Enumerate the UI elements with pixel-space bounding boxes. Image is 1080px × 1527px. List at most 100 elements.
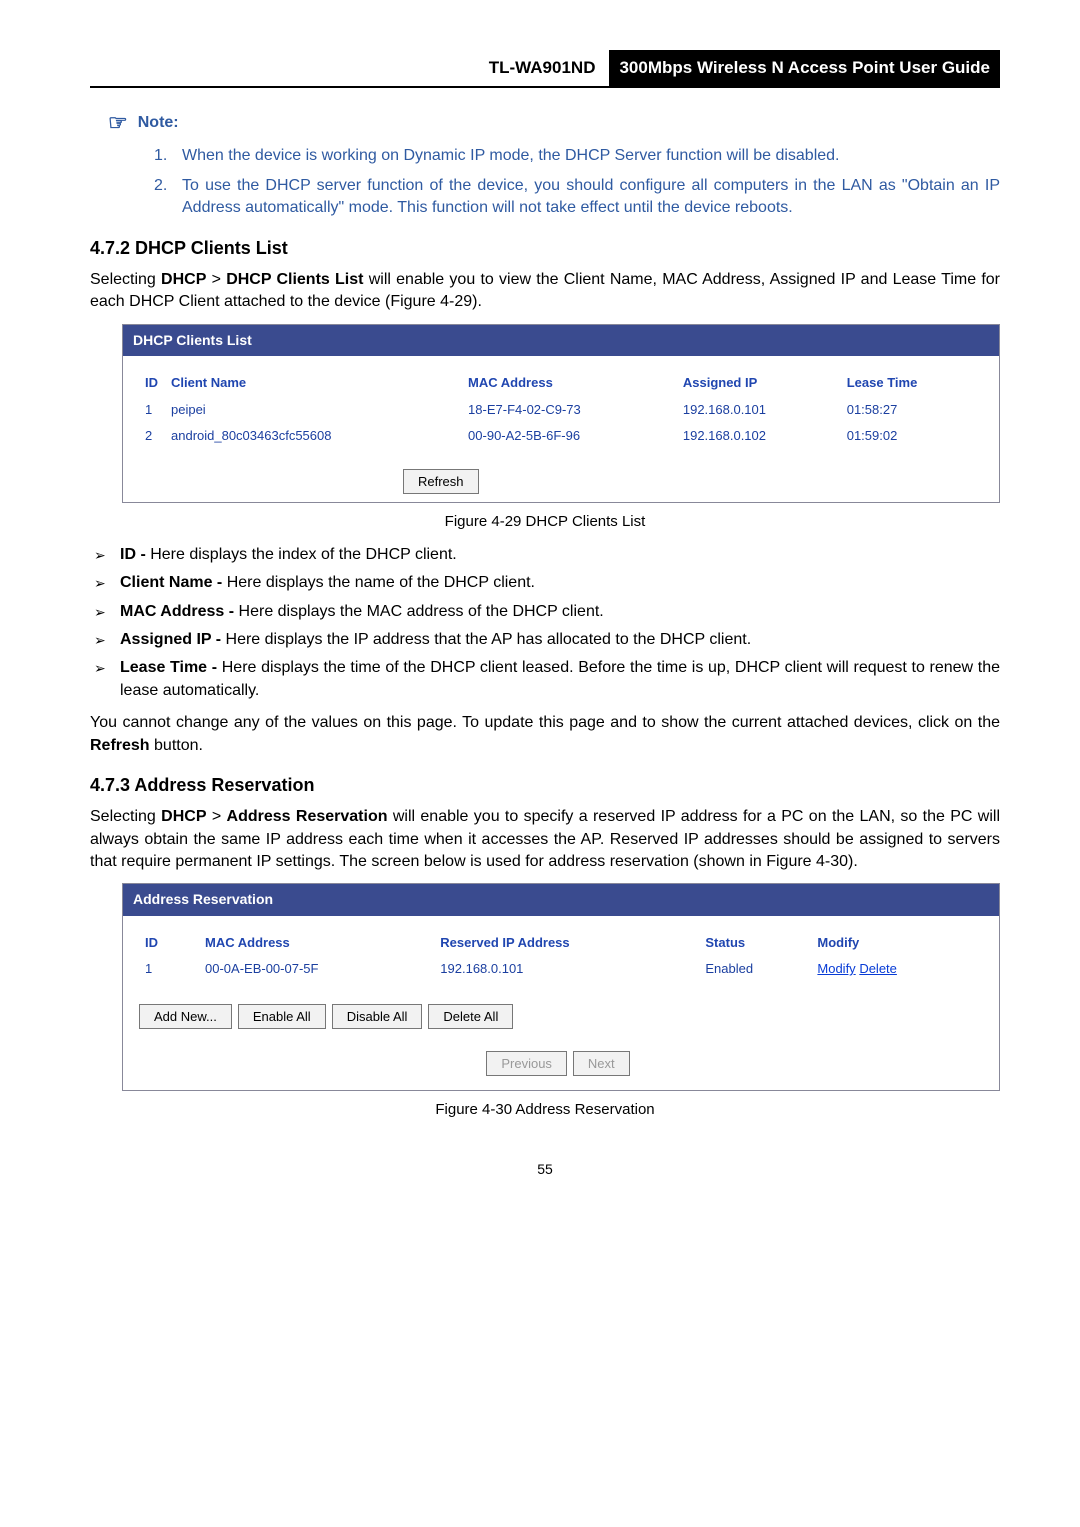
section-heading: 4.7.2 DHCP Clients List <box>90 236 1000 261</box>
text-bold: Assigned IP - <box>120 631 226 648</box>
disable-all-button[interactable]: Disable All <box>332 1004 423 1029</box>
note-item: 1. When the device is working on Dynamic… <box>154 145 1000 167</box>
text-bold: DHCP Clients List <box>226 271 363 288</box>
list-text: Assigned IP - Here displays the IP addre… <box>120 629 1000 651</box>
list-item: ➢ Client Name - Here displays the name o… <box>94 572 1000 594</box>
delete-link[interactable]: Delete <box>859 961 897 976</box>
note-text: When the device is working on Dynamic IP… <box>182 145 1000 167</box>
cell-mac: 18-E7-F4-02-C9-73 <box>462 397 677 423</box>
table-header-row: ID MAC Address Reserved IP Address Statu… <box>139 930 983 956</box>
col-reserved-ip: Reserved IP Address <box>434 930 699 956</box>
list-text: Client Name - Here displays the name of … <box>120 572 1000 594</box>
note-label: Note: <box>138 112 179 134</box>
text-bold: Refresh <box>90 737 150 754</box>
arrow-icon: ➢ <box>94 544 120 566</box>
text: Here displays the IP address that the AP… <box>226 631 752 648</box>
note-heading: ☞ Note: <box>108 108 1000 139</box>
text: Selecting <box>90 808 161 825</box>
text-bold: Lease Time - <box>120 659 222 676</box>
panel-title: Address Reservation <box>123 884 999 916</box>
note-item: 2. To use the DHCP server function of th… <box>154 175 1000 220</box>
doc-header: TL-WA901ND 300Mbps Wireless N Access Poi… <box>90 50 1000 88</box>
cell-id: 1 <box>139 956 199 982</box>
text: Here displays the index of the DHCP clie… <box>150 546 457 563</box>
col-id: ID <box>139 370 165 396</box>
list-item: ➢ Lease Time - Here displays the time of… <box>94 657 1000 702</box>
panel-title: DHCP Clients List <box>123 325 999 357</box>
list-text: Lease Time - Here displays the time of t… <box>120 657 1000 702</box>
add-new-button[interactable]: Add New... <box>139 1004 232 1029</box>
arrow-icon: ➢ <box>94 572 120 594</box>
cell-status: Enabled <box>699 956 811 982</box>
col-mac: MAC Address <box>199 930 434 956</box>
table-header-row: ID Client Name MAC Address Assigned IP L… <box>139 370 983 396</box>
next-button[interactable]: Next <box>573 1051 630 1076</box>
field-descriptions: ➢ ID - Here displays the index of the DH… <box>90 544 1000 702</box>
text-bold: DHCP <box>161 271 206 288</box>
figure-caption: Figure 4-30 Address Reservation <box>90 1099 1000 1120</box>
enable-all-button[interactable]: Enable All <box>238 1004 326 1029</box>
section-intro: Selecting DHCP > DHCP Clients List will … <box>90 269 1000 314</box>
cell-id: 1 <box>139 397 165 423</box>
col-assigned-ip: Assigned IP <box>677 370 841 396</box>
text-bold: MAC Address - <box>120 603 239 620</box>
reservation-table: ID MAC Address Reserved IP Address Statu… <box>139 930 983 982</box>
cell-lease-time: 01:59:02 <box>841 423 983 449</box>
address-reservation-panel: Address Reservation ID MAC Address Reser… <box>122 883 1000 1091</box>
list-text: ID - Here displays the index of the DHCP… <box>120 544 1000 566</box>
table-row: 1 peipei 18-E7-F4-02-C9-73 192.168.0.101… <box>139 397 983 423</box>
col-status: Status <box>699 930 811 956</box>
closing-paragraph: You cannot change any of the values on t… <box>90 712 1000 757</box>
list-item: ➢ ID - Here displays the index of the DH… <box>94 544 1000 566</box>
list-text: MAC Address - Here displays the MAC addr… <box>120 601 1000 623</box>
list-item: ➢ Assigned IP - Here displays the IP add… <box>94 629 1000 651</box>
col-mac: MAC Address <box>462 370 677 396</box>
text-bold: DHCP <box>161 808 206 825</box>
pointing-hand-icon: ☞ <box>108 108 128 139</box>
arrow-icon: ➢ <box>94 601 120 623</box>
previous-button[interactable]: Previous <box>486 1051 567 1076</box>
text: Here displays the time of the DHCP clien… <box>120 659 1000 698</box>
text: Selecting <box>90 271 161 288</box>
figure-caption: Figure 4-29 DHCP Clients List <box>90 511 1000 532</box>
cell-assigned-ip: 192.168.0.102 <box>677 423 841 449</box>
col-modify: Modify <box>811 930 983 956</box>
text-bold: ID - <box>120 546 150 563</box>
table-row: 2 android_80c03463cfc55608 00-90-A2-5B-6… <box>139 423 983 449</box>
refresh-button[interactable]: Refresh <box>403 469 479 494</box>
col-client-name: Client Name <box>165 370 462 396</box>
text-bold: Address Reservation <box>227 808 388 825</box>
col-lease-time: Lease Time <box>841 370 983 396</box>
note-number: 2. <box>154 175 178 220</box>
col-id: ID <box>139 930 199 956</box>
guide-title: 300Mbps Wireless N Access Point User Gui… <box>609 50 1000 86</box>
model-label: TL-WA901ND <box>489 52 604 84</box>
cell-lease-time: 01:58:27 <box>841 397 983 423</box>
text: button. <box>150 737 203 754</box>
text: > <box>206 271 226 288</box>
text: Here displays the name of the DHCP clien… <box>227 574 535 591</box>
note-text: To use the DHCP server function of the d… <box>182 175 1000 220</box>
note-list: 1. When the device is working on Dynamic… <box>90 145 1000 220</box>
cell-id: 2 <box>139 423 165 449</box>
text: You cannot change any of the values on t… <box>90 714 1000 731</box>
delete-all-button[interactable]: Delete All <box>428 1004 513 1029</box>
page-number: 55 <box>90 1160 1000 1180</box>
arrow-icon: ➢ <box>94 657 120 702</box>
table-row: 1 00-0A-EB-00-07-5F 192.168.0.101 Enable… <box>139 956 983 982</box>
dhcp-clients-table: ID Client Name MAC Address Assigned IP L… <box>139 370 983 449</box>
modify-link[interactable]: Modify <box>817 961 855 976</box>
text-bold: Client Name - <box>120 574 227 591</box>
cell-assigned-ip: 192.168.0.101 <box>677 397 841 423</box>
section-intro: Selecting DHCP > Address Reservation wil… <box>90 806 1000 873</box>
arrow-icon: ➢ <box>94 629 120 651</box>
section-heading: 4.7.3 Address Reservation <box>90 773 1000 798</box>
cell-client-name: android_80c03463cfc55608 <box>165 423 462 449</box>
cell-client-name: peipei <box>165 397 462 423</box>
dhcp-clients-panel: DHCP Clients List ID Client Name MAC Add… <box>122 324 1000 503</box>
cell-mac: 00-90-A2-5B-6F-96 <box>462 423 677 449</box>
cell-modify: Modify Delete <box>811 956 983 982</box>
cell-reserved-ip: 192.168.0.101 <box>434 956 699 982</box>
text: Here displays the MAC address of the DHC… <box>239 603 604 620</box>
cell-mac: 00-0A-EB-00-07-5F <box>199 956 434 982</box>
